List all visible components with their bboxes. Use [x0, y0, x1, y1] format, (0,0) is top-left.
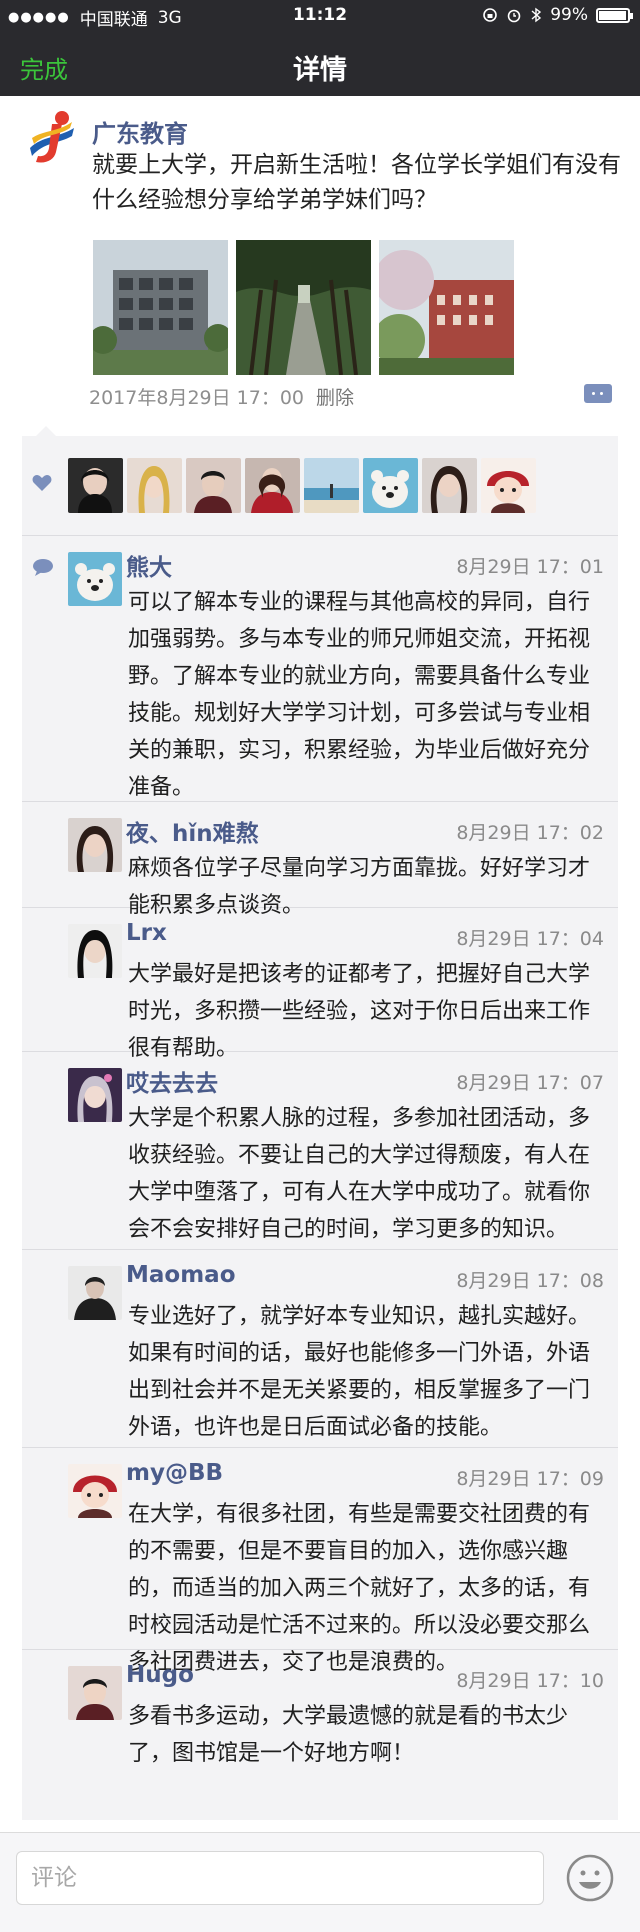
commenter-name[interactable]: Hugo [126, 1662, 194, 1688]
comment-time: 8月29日 17：09 [456, 1468, 604, 1490]
commenter-avatar[interactable] [68, 1266, 122, 1320]
liker-avatar[interactable] [363, 458, 418, 513]
liker-avatar[interactable] [68, 458, 123, 513]
comment-text: 大学最好是把该考的证都考了，把握好自己大学时光，多积攒一些经验，这对于你日后出来… [128, 962, 591, 1061]
commenter-avatar[interactable] [68, 1464, 122, 1518]
building-photo[interactable] [93, 240, 228, 375]
commenter-avatar[interactable] [68, 818, 122, 872]
comment-input[interactable] [16, 1851, 544, 1905]
commenter-name[interactable]: 哎去去去 [126, 1064, 218, 1098]
comment-time: 8月29日 17：07 [456, 1072, 604, 1094]
liker-avatar[interactable] [481, 458, 536, 513]
liker-avatar[interactable] [127, 458, 182, 513]
rotation-lock-icon [483, 8, 498, 22]
liker-avatar[interactable] [186, 458, 241, 513]
liker-avatar[interactable] [245, 458, 300, 513]
comment-item: 夜、hǐn难熬 8月29日 17：02 麻烦各位学子尽量向学习方面靠拢。好好学习… [22, 802, 618, 918]
comment-time: 8月29日 17：04 [456, 928, 604, 950]
campus-flowers-photo[interactable] [379, 240, 514, 375]
comment-item: Lrx 8月29日 17：04 大学最好是把该考的证都考了，把握好自己大学时光，… [22, 908, 618, 1061]
delete-button[interactable]: 删除 [316, 383, 354, 410]
comment-text: 专业选好了，就学好本专业知识，越扎实越好。如果有时间的话，最好也能修多一门外语，… [128, 1304, 591, 1440]
liker-avatar[interactable] [304, 458, 359, 513]
post-author-name[interactable]: 广东教育 [92, 114, 188, 149]
commenter-avatar[interactable] [68, 552, 122, 606]
comment-text: 可以了解本专业的课程与其他高校的异同，自行加强弱势。多与本专业的师兄师姐交流，开… [128, 590, 591, 800]
commenter-name[interactable]: Maomao [126, 1262, 236, 1288]
comment-item: Maomao 8月29日 17：08 专业选好了，就学好本专业知识，越扎实越好。… [22, 1250, 618, 1448]
more-options-icon[interactable] [584, 384, 612, 403]
bluetooth-icon [531, 7, 542, 23]
page-title: 详情 [293, 55, 347, 86]
emoji-icon[interactable] [565, 1853, 615, 1903]
comment-item: my@BB 8月29日 17：09 在大学，有很多社团，有些是需要交社团费的有的… [22, 1448, 618, 1675]
comment-time: 8月29日 17：10 [456, 1670, 604, 1692]
likes-row [22, 436, 618, 536]
liker-avatar[interactable] [422, 458, 477, 513]
interaction-panel: 熊大 8月29日 17：01 可以了解本专业的课程与其他高校的异同，自行加强弱势… [22, 436, 618, 1820]
comment-time: 8月29日 17：02 [456, 822, 604, 844]
post-meta: 2017年8月29日 17：00 删除 [89, 383, 354, 410]
post-text: 就要上大学，开启新生活啦！各位学长学姐们有没有什么经验想分享给学弟学妹们吗？ [92, 152, 621, 213]
commenter-avatar[interactable] [68, 1666, 122, 1720]
comment-time: 8月29日 17：01 [456, 556, 604, 578]
comment-item: Hugo 8月29日 17：10 多看书多运动，大学最遗憾的就是看的书太少了，图… [22, 1650, 618, 1790]
nav-bar: 完成 详情 [0, 30, 640, 96]
commenter-name[interactable]: my@BB [126, 1460, 223, 1486]
commenter-name[interactable]: Lrx [126, 920, 167, 946]
comment-time: 8月29日 17：08 [456, 1270, 604, 1292]
comment-bubble-icon [33, 559, 53, 576]
comment-item: 哎去去去 8月29日 17：07 大学是个积累人脉的过程，多参加社团活动，多收获… [22, 1052, 618, 1250]
commenter-name[interactable]: 熊大 [126, 548, 172, 582]
commenter-avatar[interactable] [68, 1068, 122, 1122]
alarm-icon [507, 9, 521, 23]
guangdong-education-logo[interactable] [22, 108, 82, 168]
heart-icon [32, 475, 52, 491]
battery-icon [596, 7, 633, 23]
post-photos [93, 240, 514, 375]
battery-percent: 99% [550, 5, 588, 25]
post-timestamp: 2017年8月29日 17：00 [89, 387, 305, 409]
comment-text: 大学是个积累人脉的过程，多参加社团活动，多收获经验。不要让自己的大学过得颓废，有… [128, 1106, 591, 1242]
commenter-avatar[interactable] [68, 924, 122, 978]
panel-arrow [36, 426, 56, 436]
comment-item: 熊大 8月29日 17：01 可以了解本专业的课程与其他高校的异同，自行加强弱势… [22, 536, 618, 802]
commenter-name[interactable]: 夜、hǐn难熬 [126, 814, 259, 848]
comment-bar [0, 1832, 640, 1932]
comment-text: 多看书多运动，大学最遗憾的就是看的书太少了，图书馆是一个好地方啊！ [128, 1704, 569, 1766]
tree-road-photo[interactable] [236, 240, 371, 375]
status-bar: ●●●●● 中国联通 3G 11:12 99% [0, 0, 640, 30]
